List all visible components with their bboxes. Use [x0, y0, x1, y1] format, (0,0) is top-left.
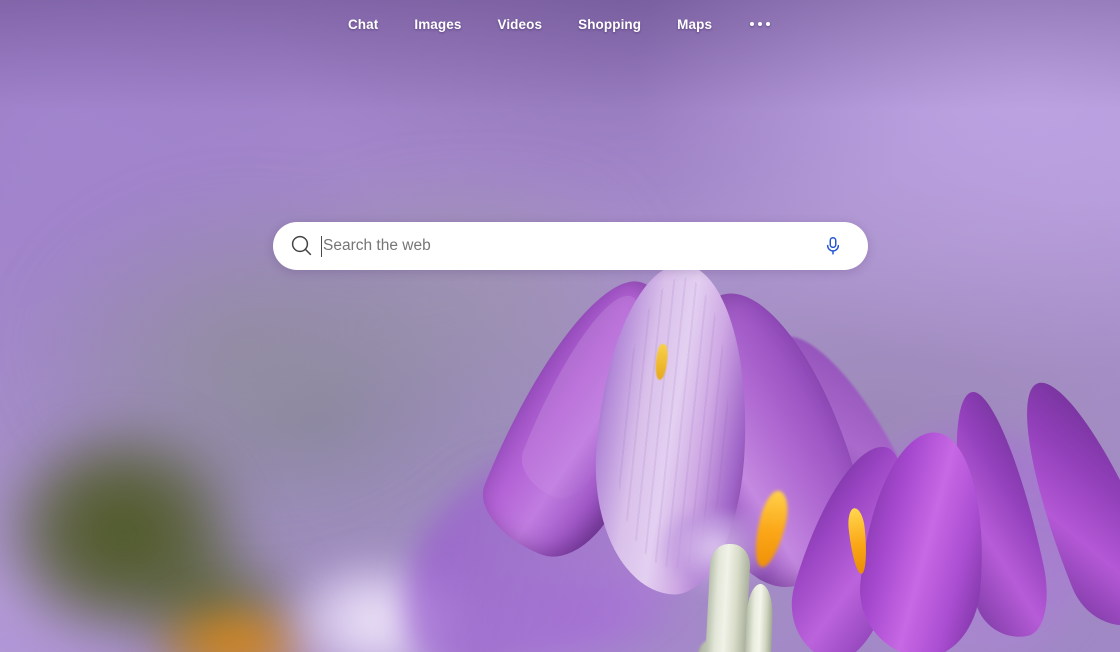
nav-link-chat[interactable]: Chat: [348, 17, 378, 32]
ellipsis-dot: [766, 22, 771, 26]
microphone-icon[interactable]: [818, 231, 848, 261]
ellipsis-dot: [758, 22, 763, 26]
search-homepage: Chat Images Videos Shopping Maps Search …: [0, 0, 1120, 652]
background-photo: [0, 0, 1120, 652]
nav-link-shopping[interactable]: Shopping: [578, 17, 641, 32]
nav-link-videos[interactable]: Videos: [497, 17, 542, 32]
search-icon: [289, 233, 315, 259]
text-caret: [321, 235, 322, 257]
search-bar[interactable]: Search the web: [273, 222, 868, 270]
ellipsis-dot: [750, 22, 755, 26]
search-placeholder: Search the web: [323, 237, 431, 255]
nav-link-maps[interactable]: Maps: [677, 17, 712, 32]
crocus-flower-right: [777, 366, 1120, 652]
ellipsis-icon[interactable]: [748, 16, 772, 32]
stem: [704, 543, 752, 652]
search-input[interactable]: Search the web: [321, 222, 818, 270]
top-navigation: Chat Images Videos Shopping Maps: [0, 0, 1120, 48]
nav-link-images[interactable]: Images: [414, 17, 461, 32]
